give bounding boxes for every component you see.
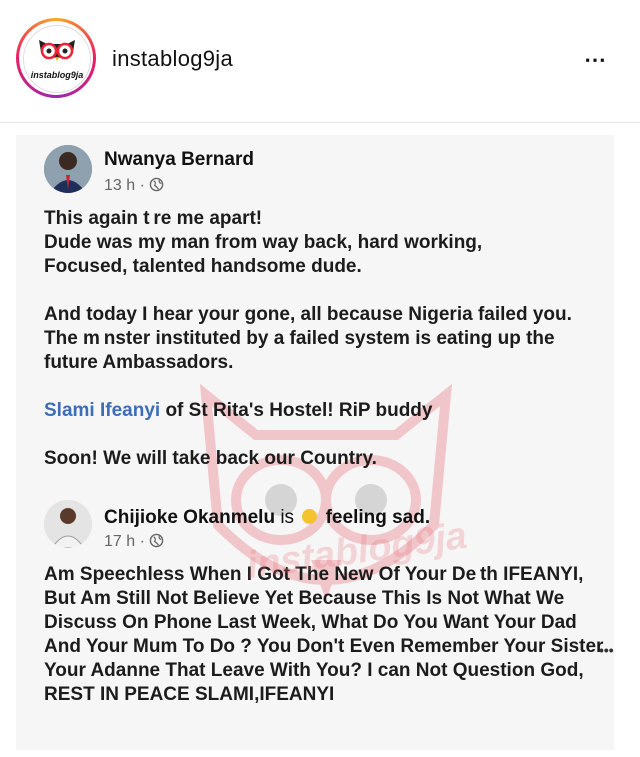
more-options-icon[interactable]: ⋯	[578, 49, 612, 71]
post-tag-line: Slami Ifeanyi of St Rita's Hostel! RiP b…	[44, 399, 604, 423]
author-avatar[interactable]	[44, 145, 92, 193]
commenter-name[interactable]: Chijioke Okanmelu	[104, 507, 275, 528]
globe-icon	[150, 533, 164, 548]
post-line: Focused, talented handsome dude.	[44, 256, 362, 277]
instagram-post-header: instablog9ja instablog9ja ⋯	[0, 0, 640, 123]
avatar-label: instablog9ja	[30, 70, 84, 80]
timestamp: 17 h ·	[104, 533, 145, 550]
post-paragraph: And today I hear your gone, all because …	[44, 304, 572, 373]
comment-last-line: REST IN PEACE SLAMI,IFEANYI	[44, 684, 335, 705]
sad-face-icon	[302, 509, 318, 524]
post-line: This again t re me apart!	[44, 208, 263, 229]
is-text: is	[275, 507, 300, 528]
author-name[interactable]: Nwanya Bernard	[104, 149, 254, 171]
comment-meta: 17 h ·	[104, 533, 164, 551]
tag-line-text: of St Rita's Hostel! RiP buddy	[160, 400, 433, 421]
timestamp: 13 h ·	[104, 177, 145, 194]
person-icon	[44, 145, 92, 193]
post-body: This again t re me apart! Dude was my ma…	[44, 207, 604, 471]
comment-text: Am Speechless When I Got The New Of Your…	[44, 564, 604, 681]
post-closing: Soon! We will take back our Country.	[44, 448, 377, 469]
globe-icon	[150, 177, 164, 192]
owl-logo-icon: instablog9ja	[23, 25, 91, 93]
profile-avatar[interactable]: instablog9ja	[16, 18, 96, 98]
post-meta: 13 h ·	[104, 177, 164, 195]
post-line: Dude was my man from way back, hard work…	[44, 232, 483, 253]
post-image: Nwanya Bernard 13 h · This again t re me…	[16, 135, 614, 750]
comment-body: Am Speechless When I Got The New Of Your…	[44, 563, 604, 707]
instagram-username[interactable]: instablog9ja	[112, 46, 233, 72]
tagged-user-link[interactable]: Slami Ifeanyi	[44, 400, 160, 421]
commenter-avatar[interactable]	[44, 500, 92, 548]
person-icon	[44, 500, 92, 548]
owl-glasses-icon	[39, 40, 75, 61]
